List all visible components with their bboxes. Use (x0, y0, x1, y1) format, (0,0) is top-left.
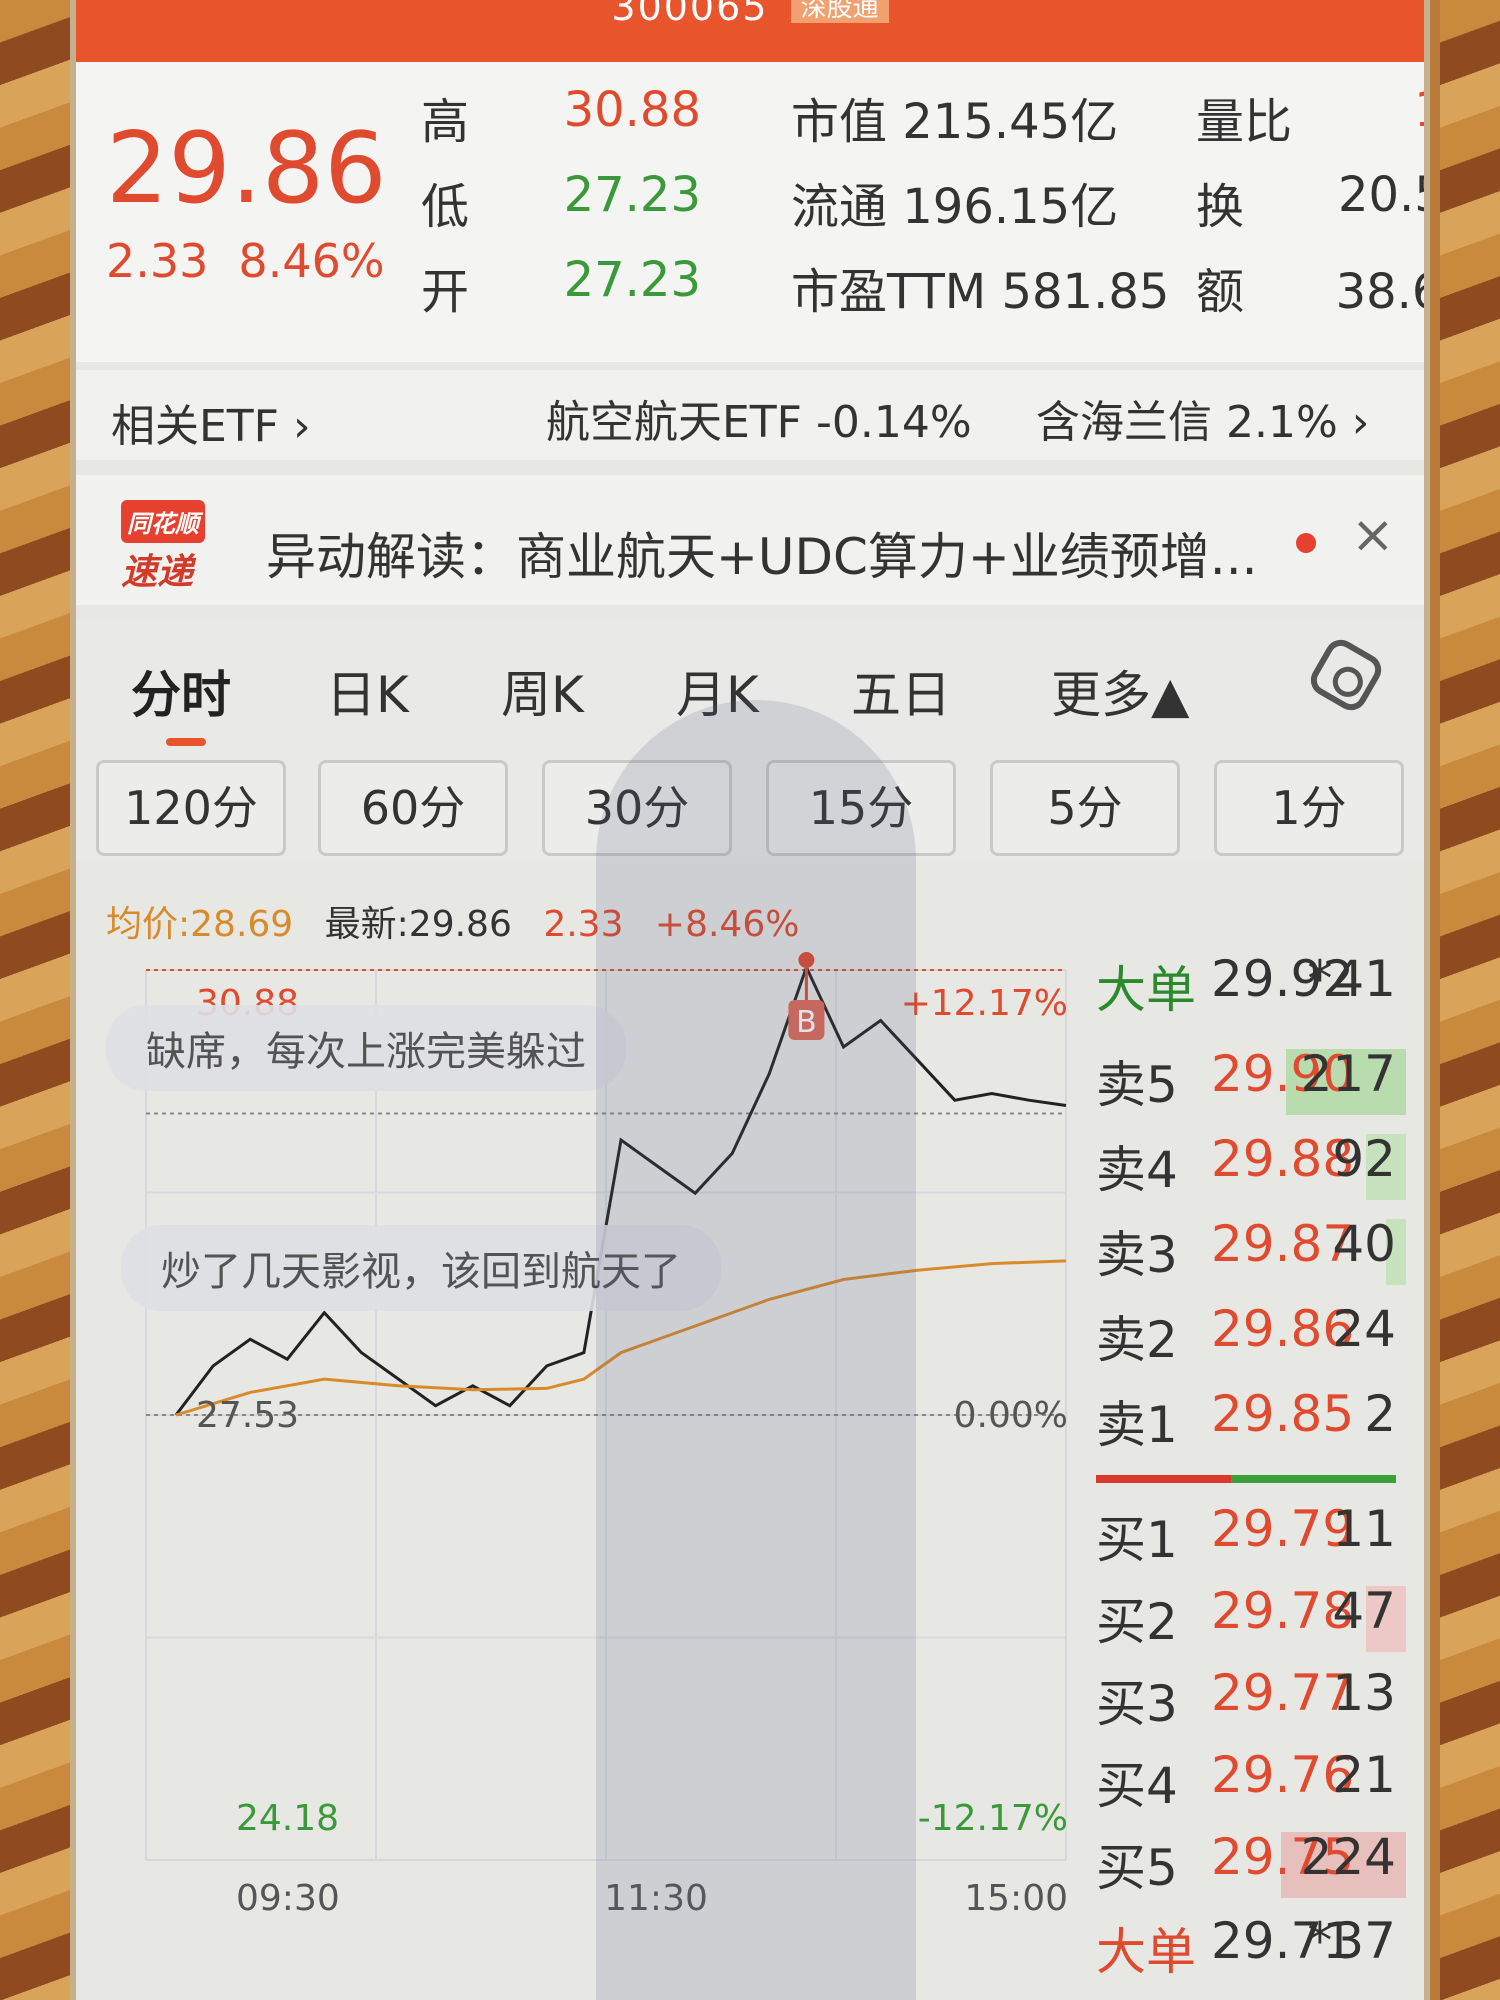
header-bar: 300065 深股通 (76, 0, 1424, 62)
order-book: 大单 29.92 *41 卖5 29.90 217 卖4 29.88 92 卖3… (1086, 950, 1406, 2000)
pe-ratio: 市盈TTM 581.85 (791, 264, 1170, 320)
comment-bubble-1[interactable]: 缺席，每次上涨完美躲过 (106, 1005, 626, 1091)
turnover-label: 换 (1196, 179, 1245, 235)
high-label: 高 (421, 94, 470, 150)
volume-ratio-label: 量比 (1196, 94, 1293, 150)
period-120min-button[interactable]: 120分 (96, 760, 286, 856)
ask-row-5: 卖5 29.90 217 (1096, 1045, 1406, 1125)
bid-row-3: 买3 29.77 13 (1096, 1664, 1396, 1733)
low-label: 低 (421, 179, 470, 235)
period-5min-button[interactable]: 5分 (990, 760, 1180, 856)
float-cap: 流通 196.15亿 (791, 179, 1119, 235)
tab-five-day[interactable]: 五日 (851, 655, 951, 727)
bid-row-5: 买5 29.75 224 (1096, 1828, 1406, 1908)
news-text[interactable]: 异动解读：商业航天+UDC算力+业绩预增... (266, 517, 1257, 589)
y-label-right-base: 0.00% (954, 1395, 1068, 1436)
market-cap: 市值 215.45亿 (791, 94, 1119, 150)
low-value: 27.23 (563, 167, 701, 223)
ask-row-2: 卖2 29.86 24 (1096, 1300, 1396, 1369)
settings-gear-icon[interactable] (1305, 634, 1387, 716)
active-tab-indicator (166, 738, 206, 746)
unread-dot-icon (1296, 533, 1316, 553)
bid-row-4: 买4 29.76 21 (1096, 1746, 1396, 1815)
etf-item-2[interactable]: 含海兰信 2.1% › (1036, 386, 1369, 450)
etf-item-1[interactable]: 航空航天ETF -0.14% (546, 386, 972, 450)
shadow-overlay (596, 700, 916, 2000)
open-value: 27.23 (563, 252, 701, 308)
chevron-right-icon: › (293, 401, 311, 452)
current-price: 29.86 (106, 112, 387, 226)
price-change: 2.33 8.46% (106, 234, 415, 288)
average-price: 均价:28.69 (106, 904, 294, 945)
ths-logo-icon: 同花顺 速递 (121, 500, 231, 596)
tab-intraday[interactable]: 分时 (131, 655, 231, 727)
ask-row-1: 卖1 29.85 2 (1096, 1385, 1396, 1454)
intraday-chart-svg[interactable]: 30.8827.5324.18+12.17%0.00%-12.17%09:30 1… (96, 950, 1086, 1950)
big-order-top: 大单 29.92 *41 (1096, 950, 1396, 1019)
change-value: 2.33 (106, 234, 209, 288)
news-banner[interactable]: 同花顺 速递 异动解读：商业航天+UDC算力+业绩预增... × (76, 475, 1424, 605)
phone-screen: 300065 深股通 29.86 2.33 8.46% 高 30.88 市值 21… (70, 0, 1430, 2000)
period-60min-button[interactable]: 60分 (318, 760, 508, 856)
tab-daily-k[interactable]: 日K (326, 655, 409, 727)
bid-row-1: 买1 29.79 11 (1096, 1500, 1396, 1569)
amount-label: 额 (1196, 264, 1245, 320)
y-label-right-high: +12.17% (901, 983, 1068, 1024)
y-label-low: 24.18 (236, 1798, 339, 1839)
background-left (0, 0, 80, 2000)
bid-ask-ratio-bar (1096, 1475, 1396, 1483)
related-etf-label[interactable]: 相关ETF › (111, 390, 311, 454)
tab-more[interactable]: 更多▲ (1051, 655, 1189, 727)
y-label-right-low: -12.17% (918, 1798, 1068, 1839)
big-order-bottom: 大单 29.71 *37 (1096, 1912, 1396, 1981)
amount-value: 38.69亿 (1335, 264, 1424, 320)
x-label-close: 15:00 (964, 1878, 1068, 1919)
high-value: 30.88 (563, 82, 701, 138)
open-label: 开 (421, 264, 470, 320)
x-label-open: 09:30 (236, 1878, 340, 1919)
volume-ratio-value: 1.93 (1281, 82, 1424, 138)
related-etf-bar[interactable]: 相关ETF › 航空航天ETF -0.14% 含海兰信 2.1% › (76, 370, 1424, 460)
turnover-value: 20.53% (1337, 167, 1424, 223)
latest-price: 最新:29.86 (324, 904, 512, 945)
quote-panel: 29.86 2.33 8.46% 高 30.88 市值 215.45亿 量比 1.… (76, 62, 1424, 362)
y-label-base: 27.53 (196, 1395, 299, 1436)
close-icon[interactable]: × (1351, 505, 1395, 565)
background-right (1440, 0, 1500, 2000)
period-1min-button[interactable]: 1分 (1214, 760, 1404, 856)
stock-code: 300065 (611, 0, 769, 29)
market-tag: 深股通 (790, 0, 889, 23)
chevron-right-icon: › (1351, 397, 1370, 448)
ask-row-3: 卖3 29.87 40 (1096, 1215, 1406, 1295)
tab-weekly-k[interactable]: 周K (501, 655, 584, 727)
bid-row-2: 买2 29.78 47 (1096, 1582, 1406, 1662)
intraday-chart[interactable]: 30.88 27.53 24.18 +12.17% 0.00% -12.17% 09:30 1… (96, 950, 1086, 1950)
change-percent: 8.46% (238, 234, 385, 288)
ask-row-4: 卖4 29.88 92 (1096, 1130, 1406, 1210)
